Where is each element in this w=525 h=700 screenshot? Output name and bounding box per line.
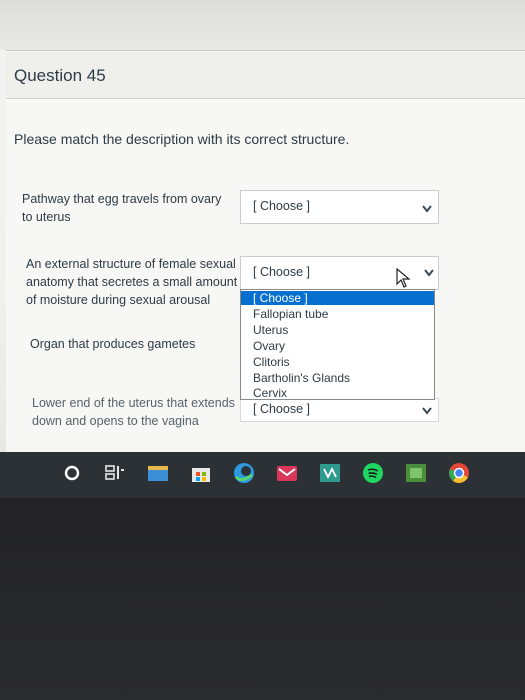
item-1-select-value: [ Choose ] [253,199,310,213]
dropdown-option-cervix[interactable]: Cervix [253,386,287,400]
item-4-select[interactable]: [ Choose ] [240,398,439,422]
dropdown-option-fallopian-tube[interactable]: Fallopian tube [253,307,328,321]
dropdown-option-choose[interactable]: [ Choose ] [241,291,434,305]
dropdown-option-bartholins-glands[interactable]: Bartholin's Glands [253,371,350,385]
store-icon[interactable] [189,461,213,485]
chevron-down-icon [422,407,432,415]
item-3-description: Organ that produces gametes [30,337,196,351]
mail-icon[interactable] [275,461,299,485]
dropdown-listbox[interactable]: [ Choose ] Fallopian tube Uterus Ovary C… [240,289,435,400]
question-title: Question 45 [14,66,106,85]
item-4-select-value: [ Choose ] [253,402,310,416]
chevron-down-icon [422,205,432,213]
file-explorer-icon[interactable] [146,461,170,485]
dropdown-option-uterus[interactable]: Uterus [253,323,288,337]
dropdown-option-ovary[interactable]: Ovary [253,339,285,353]
item-2-description: An external structure of female sexual a… [26,257,238,307]
spotify-icon[interactable] [361,461,385,485]
item-4-description: Lower end of the uterus that extends dow… [32,396,235,428]
start-circle-icon[interactable] [60,461,84,485]
dropdown-option-clitoris[interactable]: Clitoris [253,355,290,369]
photos-icon[interactable] [404,461,428,485]
page-top-strip [0,0,525,50]
edge-icon[interactable] [232,461,256,485]
item-1-select[interactable]: [ Choose ] [240,190,439,224]
item-2-select-value: [ Choose ] [253,265,310,279]
item-1-description: Pathway that egg travels from ovary to u… [22,192,222,224]
onenote-icon[interactable] [318,461,342,485]
mouse-cursor-icon [396,268,411,288]
question-prompt: Please match the description with its co… [14,131,350,147]
laptop-bezel [0,498,525,700]
chevron-down-icon [424,269,434,277]
chrome-icon[interactable] [447,461,471,485]
task-view-icon[interactable] [103,461,127,485]
